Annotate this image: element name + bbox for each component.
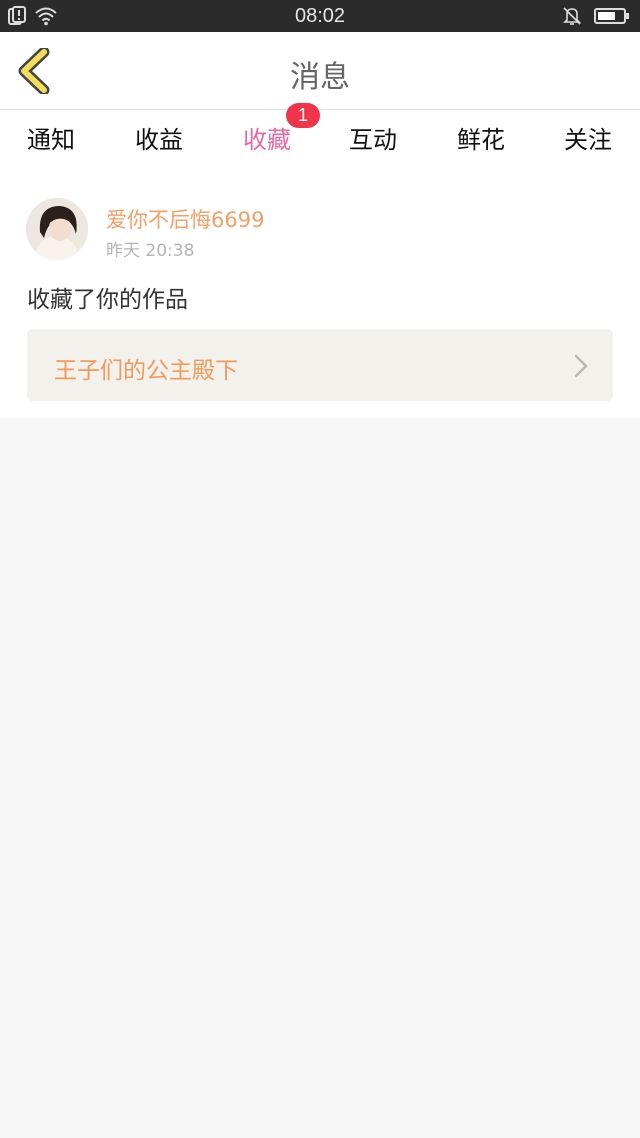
- tab-flowers[interactable]: 鲜花: [431, 120, 531, 170]
- bell-muted-icon: [562, 6, 582, 30]
- status-bar: 08:02: [0, 0, 640, 32]
- tab-label: 收藏: [243, 126, 291, 154]
- tab-label: 通知: [27, 126, 75, 154]
- battery-icon: [594, 7, 630, 29]
- tab-label: 互动: [349, 126, 397, 154]
- tab-following[interactable]: 关注: [538, 120, 638, 170]
- status-time: 08:02: [294, 5, 346, 27]
- work-title: 王子们的公主殿下: [54, 358, 238, 384]
- work-link[interactable]: 王子们的公主殿下: [27, 329, 613, 401]
- message-timestamp: 昨天 20:38: [106, 241, 195, 261]
- tab-label: 鲜花: [457, 126, 505, 154]
- message-card[interactable]: 爱你不后悔6699 昨天 20:38 收藏了你的作品 王子们的公主殿下: [0, 170, 640, 418]
- header-bar: 消息: [0, 32, 640, 110]
- avatar[interactable]: [26, 198, 88, 260]
- sender-username[interactable]: 爱你不后悔6699: [106, 204, 264, 234]
- tab-earnings[interactable]: 收益: [109, 120, 209, 170]
- tab-label: 收益: [135, 126, 183, 154]
- avatar-image: [26, 198, 88, 260]
- tab-label: 关注: [564, 126, 612, 154]
- status-right: [562, 6, 630, 30]
- tab-interactions[interactable]: 互动: [323, 120, 423, 170]
- chevron-right-icon: [574, 354, 588, 378]
- tab-bar: 通知 收益 收藏 互动 鲜花 关注: [0, 110, 640, 174]
- message-action-text: 收藏了你的作品: [27, 287, 188, 313]
- unread-badge: 1: [286, 103, 320, 128]
- page-title: 消息: [290, 60, 350, 95]
- tab-notifications[interactable]: 通知: [1, 120, 101, 170]
